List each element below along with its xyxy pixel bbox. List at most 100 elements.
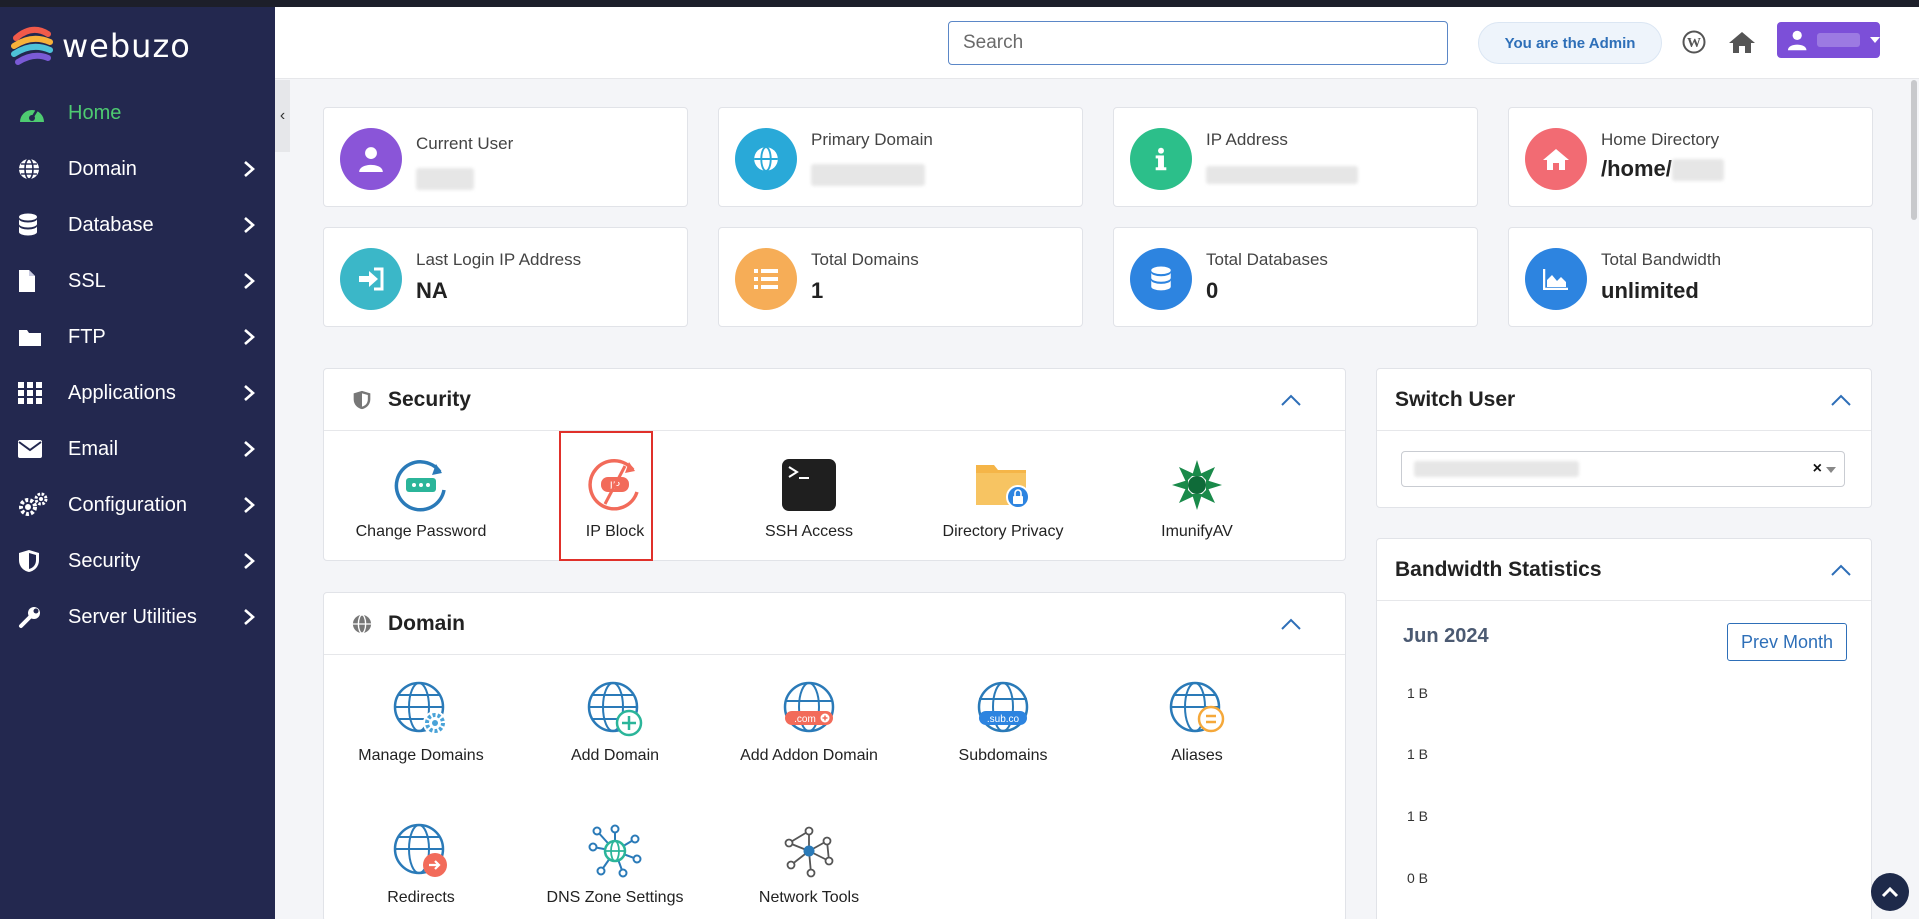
database-icon — [1130, 248, 1192, 310]
tile-add-domain[interactable]: Add Domain — [530, 679, 700, 767]
user-menu-button[interactable] — [1777, 22, 1880, 58]
svg-text:W: W — [1687, 36, 1701, 51]
sidebar-item-label: Security — [68, 549, 141, 572]
y-axis-tick: 1 B — [1407, 685, 1429, 701]
tile-directory-privacy[interactable]: Directory Privacy — [918, 455, 1088, 543]
tile-ssh-access[interactable]: SSH Access — [724, 455, 894, 543]
info-card-total-databases: Total Databases 0 — [1113, 227, 1478, 327]
chevron-right-icon — [244, 273, 255, 289]
domain-panel-header[interactable]: Domain — [324, 593, 1345, 655]
card-label: Current User — [416, 134, 514, 153]
sidebar-item-configuration[interactable]: Configuration — [0, 477, 275, 533]
chevron-right-icon — [244, 553, 255, 569]
info-card-primary-domain: Primary Domain — [718, 107, 1083, 207]
chevron-up-icon[interactable] — [1831, 564, 1851, 576]
chevron-right-icon — [244, 217, 255, 233]
globe-subdomain-icon: .sub.co — [973, 679, 1033, 739]
card-label: Home Directory — [1601, 130, 1720, 149]
change-password-icon — [391, 455, 451, 515]
bandwidth-month: Jun 2024 — [1403, 625, 1489, 647]
panel-title: Security — [388, 387, 471, 411]
gears-icon — [18, 492, 48, 518]
info-card-home-directory: Home Directory /home/ — [1508, 107, 1873, 207]
tile-aliases[interactable]: Aliases — [1112, 679, 1282, 767]
database-icon — [18, 212, 48, 238]
switch-user-panel: Switch User × — [1376, 368, 1872, 508]
switch-user-header[interactable]: Switch User — [1377, 369, 1871, 431]
chevron-up-icon[interactable] — [1281, 618, 1301, 630]
clear-selection-button[interactable]: × — [1813, 460, 1822, 478]
tile-label: Add Addon Domain — [740, 747, 878, 764]
prev-month-button[interactable]: Prev Month — [1727, 623, 1847, 661]
terminal-icon — [779, 455, 839, 515]
card-label: Last Login IP Address — [416, 250, 582, 269]
chevron-up-icon[interactable] — [1281, 394, 1301, 406]
sidebar-nav: Home Domain Database SSL FTP Application… — [0, 85, 275, 645]
sidebar-item-label: Domain — [68, 157, 137, 180]
tile-label: Directory Privacy — [942, 523, 1064, 540]
switch-user-select[interactable]: × — [1401, 451, 1845, 487]
card-value: /home/ — [1601, 156, 1724, 182]
sidebar-collapse-toggle[interactable]: ‹ — [275, 80, 290, 152]
card-label: Primary Domain — [811, 130, 933, 149]
folder-icon — [18, 324, 48, 350]
sidebar-item-ssl[interactable]: SSL — [0, 253, 275, 309]
brand-logo[interactable]: webuzo — [10, 21, 191, 71]
wordpress-icon[interactable]: W — [1679, 27, 1709, 57]
tile-label: ImunifyAV — [1161, 523, 1233, 540]
security-panel-header[interactable]: Security — [324, 369, 1345, 431]
tile-change-password[interactable]: Change Password — [336, 455, 506, 543]
home-icon[interactable] — [1727, 27, 1757, 57]
selection-highlight — [559, 431, 653, 561]
sidebar-item-server-utilities[interactable]: Server Utilities — [0, 589, 275, 645]
chevron-right-icon — [244, 441, 255, 457]
user-icon — [1787, 30, 1807, 51]
panel-title: Switch User — [1395, 387, 1516, 411]
home-icon — [1525, 128, 1587, 190]
area-chart-icon — [1525, 248, 1587, 310]
shield-icon — [18, 548, 48, 574]
sidebar-item-ftp[interactable]: FTP — [0, 309, 275, 365]
shield-icon — [353, 390, 371, 409]
tile-label: Redirects — [387, 889, 455, 906]
file-icon — [18, 268, 48, 294]
tile-label: DNS Zone Settings — [546, 889, 684, 906]
tile-dns-zone-settings[interactable]: DNS Zone Settings — [530, 821, 700, 909]
card-value: 1 — [811, 278, 824, 303]
sidebar-item-home[interactable]: Home — [0, 85, 275, 141]
info-card-total-domains: Total Domains 1 — [718, 227, 1083, 327]
tile-manage-domains[interactable]: Manage Domains — [336, 679, 506, 767]
sidebar-item-domain[interactable]: Domain — [0, 141, 275, 197]
sidebar-item-label: SSL — [68, 269, 106, 292]
tile-network-tools[interactable]: Network Tools — [724, 821, 894, 909]
globe-icon — [352, 613, 372, 634]
security-panel: Security Change Password IP IP Block SSH… — [323, 368, 1346, 561]
imunifyav-icon — [1167, 455, 1227, 515]
panel-title: Domain — [388, 611, 466, 635]
globe-icon — [735, 128, 797, 190]
sidebar-item-label: FTP — [68, 325, 106, 348]
search-input[interactable] — [948, 21, 1448, 65]
chevron-up-icon[interactable] — [1831, 394, 1851, 406]
card-label: IP Address — [1206, 130, 1288, 149]
bandwidth-header[interactable]: Bandwidth Statistics — [1377, 539, 1871, 601]
globe-icon — [18, 156, 48, 182]
card-value: 0 — [1206, 278, 1219, 303]
card-label: Total Bandwidth — [1601, 250, 1722, 269]
back-to-top-button[interactable] — [1871, 873, 1909, 911]
sidebar: webuzo Home Domain Database SSL FTP Appl… — [0, 7, 275, 919]
y-axis-tick: 1 B — [1407, 746, 1429, 762]
sidebar-item-database[interactable]: Database — [0, 197, 275, 253]
card-value — [811, 158, 925, 192]
tile-add-addon-domain[interactable]: .com Add Addon Domain — [724, 679, 894, 767]
sidebar-item-security[interactable]: Security — [0, 533, 275, 589]
tile-subdomains[interactable]: .sub.co Subdomains — [918, 679, 1088, 767]
page-scrollbar[interactable] — [1911, 80, 1917, 220]
window-top-strip — [0, 0, 1919, 7]
sidebar-item-email[interactable]: Email — [0, 421, 275, 477]
bandwidth-panel: Bandwidth Statistics Jun 2024 Prev Month… — [1376, 538, 1872, 919]
sidebar-item-applications[interactable]: Applications — [0, 365, 275, 421]
chevron-right-icon — [244, 609, 255, 625]
tile-imunifyav[interactable]: ImunifyAV — [1112, 455, 1282, 543]
tile-redirects[interactable]: Redirects — [336, 821, 506, 909]
